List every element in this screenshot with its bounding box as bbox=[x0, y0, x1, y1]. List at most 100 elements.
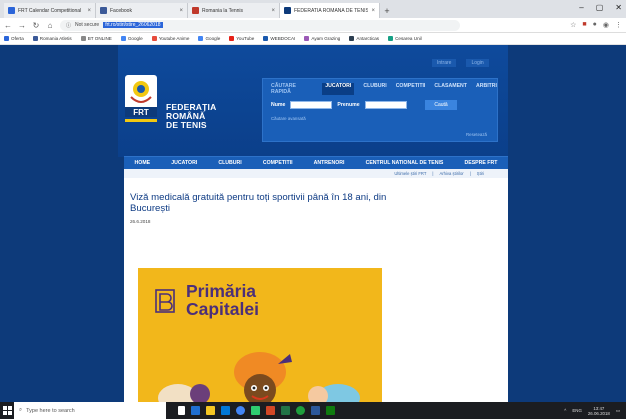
favicon-icon bbox=[284, 7, 291, 14]
advanced-search-link[interactable]: Căutare avansată bbox=[271, 116, 306, 121]
maximize-icon[interactable]: ▢ bbox=[596, 3, 604, 12]
browser-tab-3[interactable]: Romania la Tennis × bbox=[188, 3, 280, 18]
bookmark-item[interactable]: Ayam Grazing bbox=[304, 36, 340, 41]
search-tab-clasament[interactable]: CLASAMENT bbox=[434, 83, 467, 95]
url-text[interactable]: frt.ro/stiri/stire_26062018 bbox=[103, 22, 163, 28]
reset-link[interactable]: Resetează bbox=[466, 132, 487, 137]
tab-label: Facebook bbox=[110, 7, 132, 14]
security-label: Not secure bbox=[75, 22, 100, 28]
app-icon[interactable] bbox=[251, 406, 260, 415]
browser-tab-1[interactable]: FRT Calendar Competitional × bbox=[4, 3, 96, 18]
edge-icon[interactable] bbox=[191, 406, 200, 415]
site-brand[interactable]: FEDERAȚIA ROMÂNĂ DE TENIS bbox=[166, 103, 216, 130]
bookmark-item[interactable]: WEBDOCAI bbox=[263, 36, 295, 41]
extension-icon[interactable]: ■ bbox=[582, 21, 586, 29]
bookmark-item[interactable]: Oferta bbox=[4, 36, 24, 41]
search-tab-arbitri[interactable]: ARBITRI bbox=[476, 83, 497, 95]
surname-input[interactable] bbox=[364, 101, 407, 109]
home-icon[interactable]: ⌂ bbox=[46, 21, 54, 30]
browser-tab-2[interactable]: Facebook × bbox=[96, 3, 188, 18]
frt-logo-icon[interactable]: FRT bbox=[122, 73, 160, 129]
excel-icon[interactable] bbox=[281, 406, 290, 415]
taskbar-search-placeholder: Type here to search bbox=[26, 407, 75, 414]
back-icon[interactable]: ← bbox=[4, 21, 12, 30]
bookmark-star-icon[interactable]: ☆ bbox=[570, 21, 576, 29]
login-link[interactable]: Intrare bbox=[432, 59, 457, 67]
top-links: Intrare Login bbox=[432, 59, 489, 67]
profile-icon[interactable]: ◉ bbox=[603, 21, 609, 29]
subnav-link[interactable]: Știri bbox=[477, 171, 484, 176]
extension-icon[interactable]: ● bbox=[593, 21, 597, 29]
surname-label: Prenume bbox=[337, 102, 360, 108]
nav-despre-frt[interactable]: DESPRE FRT bbox=[465, 160, 498, 166]
window-controls: – ▢ ✕ bbox=[579, 3, 622, 12]
info-icon[interactable]: ⓘ bbox=[66, 22, 71, 29]
bookmark-item[interactable]: Youtube Anime bbox=[151, 36, 189, 41]
poster-illustration bbox=[158, 352, 360, 402]
nav-centrul-national[interactable]: CENTRUL NATIONAL DE TENIS bbox=[366, 160, 444, 166]
brand-line: DE TENIS bbox=[166, 120, 207, 130]
clock-date: 26.06.2018 bbox=[587, 410, 610, 416]
close-icon[interactable]: × bbox=[179, 8, 183, 14]
tab-label: Romania la Tennis bbox=[202, 7, 244, 14]
close-window-icon[interactable]: ✕ bbox=[615, 3, 622, 12]
clock[interactable]: 13:47 26.06.2018 bbox=[588, 406, 610, 416]
url-field[interactable]: ⓘ Not secure frt.ro/stiri/stire_26062018 bbox=[60, 19, 460, 31]
favicon-icon bbox=[192, 7, 199, 14]
nav-competitii[interactable]: COMPETITII bbox=[263, 160, 293, 166]
notifications-icon[interactable]: ▭ bbox=[616, 408, 620, 414]
extension-icons: ☆ ■ ● ◉ ⋮ bbox=[570, 21, 622, 29]
article-poster-image: Primăria Capitalei bbox=[138, 268, 382, 402]
nav-cluburi[interactable]: CLUBURI bbox=[218, 160, 241, 166]
subnav-link[interactable]: Arhiva știrilor bbox=[439, 171, 463, 176]
close-icon[interactable]: × bbox=[271, 8, 275, 14]
bookmark-item[interactable]: Google bbox=[198, 36, 220, 41]
search-tab-competitii[interactable]: COMPETITII bbox=[396, 83, 426, 95]
name-input[interactable] bbox=[290, 101, 333, 109]
search-tab-jucatori[interactable]: JUCATORI bbox=[322, 83, 355, 95]
bookmark-item[interactable]: Cesarea Unil bbox=[388, 36, 422, 41]
taskbar-search[interactable]: ⌕ Type here to search bbox=[14, 402, 166, 419]
main-nav: HOME JUCATORI CLUBURI COMPETITII ANTRENO… bbox=[124, 156, 508, 169]
favicon-icon bbox=[8, 7, 15, 14]
bookmark-item[interactable]: YouTube bbox=[229, 36, 254, 41]
nav-jucatori[interactable]: JUCATORI bbox=[171, 160, 197, 166]
subnav-link[interactable]: Ultimele știri FRT bbox=[394, 171, 426, 176]
subnav-separator: | bbox=[469, 171, 471, 176]
login-link[interactable]: Login bbox=[466, 59, 489, 67]
nav-home[interactable]: HOME bbox=[135, 160, 151, 166]
sub-nav: Ultimele știri FRT | Arhiva știrilor | Ș… bbox=[124, 169, 508, 178]
browser-tab-bar: FRT Calendar Competitional × Facebook × … bbox=[0, 0, 626, 18]
address-bar: ← → ↻ ⌂ ⓘ Not secure frt.ro/stiri/stire_… bbox=[0, 18, 626, 33]
nav-antrenori[interactable]: ANTRENORI bbox=[314, 160, 345, 166]
close-icon[interactable]: × bbox=[371, 8, 375, 14]
subnav-separator: | bbox=[432, 171, 434, 176]
store-icon[interactable] bbox=[221, 406, 230, 415]
reload-icon[interactable]: ↻ bbox=[32, 21, 40, 30]
chrome-icon[interactable] bbox=[236, 406, 245, 415]
whatsapp-icon[interactable] bbox=[296, 406, 305, 415]
file-explorer-icon[interactable] bbox=[206, 406, 215, 415]
windows-start-icon[interactable] bbox=[0, 402, 14, 419]
minimize-icon[interactable]: – bbox=[579, 3, 583, 12]
app-icon[interactable] bbox=[326, 406, 335, 415]
bookmark-item[interactable]: BT ONLINE bbox=[80, 36, 112, 41]
chevron-up-icon[interactable]: ^ bbox=[564, 408, 566, 413]
search-tab-cluburi[interactable]: CLUBURI bbox=[363, 83, 386, 95]
word-icon[interactable] bbox=[311, 406, 320, 415]
task-view-icon[interactable] bbox=[178, 406, 185, 415]
bookmark-item[interactable]: Antarcticas bbox=[349, 36, 379, 41]
forward-icon[interactable]: → bbox=[18, 21, 26, 30]
article-title: Viză medicală gratuită pentru toți sport… bbox=[130, 192, 387, 214]
browser-tab-active[interactable]: FEDERATIA ROMANA DE TENIS × bbox=[280, 3, 380, 18]
powerpoint-icon[interactable] bbox=[266, 406, 275, 415]
article-date: 26.6.2018 bbox=[130, 219, 151, 224]
bookmark-item[interactable]: Google bbox=[120, 36, 143, 41]
new-tab-button[interactable]: + bbox=[380, 3, 394, 18]
language-indicator[interactable]: ENG bbox=[572, 408, 582, 413]
search-button[interactable]: Caută bbox=[425, 100, 457, 110]
bookmark-item[interactable]: Romania Atletis bbox=[32, 36, 72, 41]
menu-icon[interactable]: ⋮ bbox=[615, 21, 622, 29]
close-icon[interactable]: × bbox=[87, 8, 91, 14]
search-fields: Nume Prenume bbox=[271, 101, 407, 109]
